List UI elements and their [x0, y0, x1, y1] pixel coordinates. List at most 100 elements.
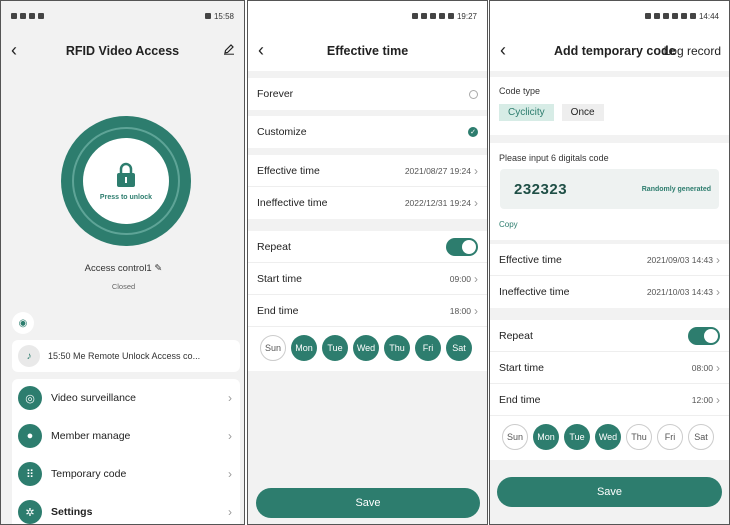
chevron-right-icon: ›	[716, 285, 720, 299]
page-title: Add temporary code	[554, 44, 676, 58]
wifi-icon[interactable]: ◉	[12, 312, 34, 334]
log-record-link[interactable]: Log record	[664, 44, 721, 58]
day-tue[interactable]: Tue	[322, 335, 348, 361]
code-prompt: Please input 6 digitals code	[499, 153, 609, 163]
phone-temporary-code: 14:44 ‹ Add temporary code Log record Co…	[489, 0, 730, 525]
chevron-right-icon: ›	[716, 360, 720, 375]
nav-bar: ‹ Effective time	[248, 31, 487, 71]
nav-bar: ‹ Add temporary code Log record	[490, 31, 729, 71]
day-wed[interactable]: Wed	[353, 335, 379, 361]
save-button[interactable]: Save	[256, 488, 480, 518]
day-sun[interactable]: Sun	[502, 424, 528, 450]
row-label: End time	[257, 304, 299, 317]
code-type-selector: Cyclicity Once	[490, 104, 729, 121]
row-label: End time	[499, 393, 541, 406]
radio-unchecked-icon[interactable]	[469, 89, 478, 99]
effective-time-row[interactable]: Effective time 2021/09/03 14:43 ›	[490, 244, 729, 276]
bell-icon: ♪	[18, 345, 40, 367]
chevron-right-icon: ›	[228, 429, 232, 443]
row-label: Ineffective time	[499, 286, 570, 298]
row-label: Ineffective time	[257, 197, 328, 209]
check-icon[interactable]: ✓	[468, 127, 478, 137]
code-value: 232323	[514, 180, 568, 198]
start-value: 08:00	[691, 362, 713, 373]
end-value: 18:00	[449, 305, 471, 316]
option-forever[interactable]: Forever	[248, 78, 487, 110]
day-fri[interactable]: Fri	[415, 335, 441, 361]
unlock-button[interactable]: Press to unlock	[61, 116, 191, 246]
type-once[interactable]: Once	[561, 104, 604, 121]
notice-text: 15:50 Me Remote Unlock Access co...	[48, 351, 201, 361]
copy-button[interactable]: Copy	[490, 220, 729, 229]
day-sat[interactable]: Sat	[688, 424, 714, 450]
row-value: 18:00 ›	[450, 304, 478, 318]
option-customize[interactable]: Customize ✓	[248, 116, 487, 148]
customize-panel: Customize ✓	[248, 116, 487, 148]
mode-panel: Forever	[248, 78, 487, 110]
start-time-row[interactable]: Start time 09:00 ›	[248, 263, 487, 295]
effective-value: 2021/08/27 19:24	[404, 165, 471, 176]
status-bar: 15:58	[1, 1, 244, 31]
gear-icon: ✲	[18, 500, 42, 524]
menu-label: Member manage	[51, 430, 131, 442]
type-cyclicity[interactable]: Cyclicity	[499, 104, 554, 121]
day-thu[interactable]: Thu	[384, 335, 410, 361]
notice-bar[interactable]: ♪ 15:50 Me Remote Unlock Access co...	[12, 340, 240, 372]
day-thu[interactable]: Thu	[626, 424, 652, 450]
menu-item-temp-code[interactable]: ⠿ Temporary code ›	[12, 455, 240, 493]
chevron-right-icon: ›	[716, 392, 720, 407]
day-mon[interactable]: Mon	[533, 424, 559, 450]
feature-menu: ◎ Video surveillance › ● Member manage › ⠿ Te…	[12, 379, 240, 524]
row-label: Repeat	[499, 329, 533, 342]
code-type-label: Code type	[499, 86, 541, 96]
day-tue[interactable]: Tue	[564, 424, 590, 450]
row-label: Effective time	[257, 164, 320, 177]
menu-item-video[interactable]: ◎ Video surveillance ›	[12, 379, 240, 417]
repeat-toggle[interactable]	[446, 237, 478, 256]
chevron-right-icon: ›	[228, 391, 232, 405]
status-icons-right: 14:44	[644, 11, 719, 21]
row-label: Start time	[257, 272, 302, 285]
ineffective-time-row[interactable]: Ineffective time 2022/12/31 19:24 ›	[248, 187, 487, 219]
chevron-right-icon: ›	[474, 163, 478, 178]
day-sat[interactable]: Sat	[446, 335, 472, 361]
ineffective-value: 2021/10/03 14:43	[646, 287, 713, 297]
chevron-right-icon: ›	[228, 505, 232, 519]
chevron-right-icon: ›	[228, 467, 232, 481]
chevron-right-icon: ›	[474, 196, 478, 210]
status-bar: 19:27	[248, 1, 487, 31]
day-fri[interactable]: Fri	[657, 424, 683, 450]
day-wed[interactable]: Wed	[595, 424, 621, 450]
code-input[interactable]: 232323 Randomly generated	[500, 169, 719, 209]
unlock-label: Press to unlock	[99, 193, 153, 201]
keypad-icon: ⠿	[18, 462, 42, 486]
status-icons-right: 19:27	[411, 12, 477, 21]
row-value: 2021/09/03 14:43 ›	[647, 253, 720, 267]
random-generate-button[interactable]: Randomly generated	[642, 186, 711, 193]
back-arrow-icon[interactable]: ‹	[500, 40, 506, 61]
unlock-core: Press to unlock	[83, 138, 169, 224]
status-icons-right: 15:58	[204, 12, 234, 21]
edit-pencil-icon[interactable]	[223, 43, 235, 55]
start-time-row[interactable]: Start time 08:00 ›	[490, 352, 729, 384]
back-arrow-icon[interactable]: ‹	[11, 40, 17, 61]
screenshot-collage: 15:58 ‹ RFID Video Access Press to unloc…	[0, 0, 730, 525]
edit-name-icon[interactable]: ✎	[154, 263, 162, 274]
effective-time-row[interactable]: Effective time 2021/08/27 19:24 ›	[248, 155, 487, 187]
day-sun[interactable]: Sun	[260, 335, 286, 361]
weekday-picker: Sun Mon Tue Wed Thu Fri Sat	[490, 416, 729, 460]
repeat-toggle[interactable]	[688, 326, 720, 345]
back-arrow-icon[interactable]: ‹	[258, 40, 264, 61]
status-time: 14:44	[698, 11, 719, 21]
ineffective-time-row[interactable]: Ineffective time 2021/10/03 14:43 ›	[490, 276, 729, 308]
day-mon[interactable]: Mon	[291, 335, 317, 361]
option-label: Forever	[257, 88, 294, 100]
repeat-row: Repeat	[490, 320, 729, 352]
menu-item-member[interactable]: ● Member manage ›	[12, 417, 240, 455]
menu-item-settings[interactable]: ✲ Settings ›	[12, 493, 240, 524]
chevron-right-icon: ›	[474, 303, 478, 318]
end-time-row[interactable]: End time 12:00 ›	[490, 384, 729, 416]
save-button[interactable]: Save	[497, 477, 722, 507]
row-value: 12:00 ›	[692, 393, 720, 407]
end-time-row[interactable]: End time 18:00 ›	[248, 295, 487, 327]
